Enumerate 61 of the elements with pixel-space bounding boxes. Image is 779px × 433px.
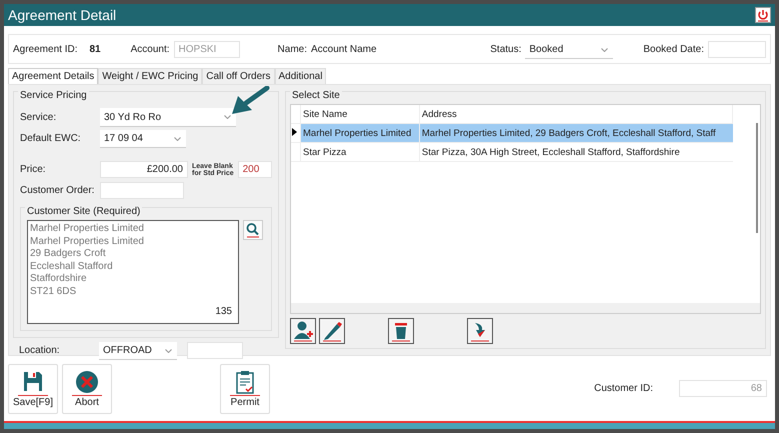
field-label: Account: xyxy=(130,44,170,54)
customer-order-field[interactable] xyxy=(100,182,184,199)
agreement-id: 81 xyxy=(89,44,101,54)
toolbar-button[interactable]: Abort xyxy=(62,364,112,414)
service-dropdown[interactable]: 30 Yd Ro Ro xyxy=(100,108,236,126)
address-line: 29 Badgers Croft xyxy=(30,248,107,260)
input-field[interactable] xyxy=(187,342,243,359)
table-row[interactable]: Star Pizza Star Pizza, 30A High Street, Eccleshall Stafford, Staffordshire xyxy=(291,142,732,162)
address-line: Eccleshall Stafford xyxy=(30,260,114,273)
table-cell: Marhel Properties Limited xyxy=(300,124,420,142)
table-cell: Marhel Properties Limited, 29 Badgers Croft, Eccleshall Stafford, Staff xyxy=(419,124,732,142)
address-box[interactable]: Marhel Properties Limited Marhel Properties Limited 29 Badgers Croft Eccleshall Stafford Staffordshire ST21 6DS 135 xyxy=(27,220,239,324)
std-price-field[interactable]: 200 xyxy=(238,161,272,178)
tab[interactable]: Weight / EWC Pricing xyxy=(98,68,202,84)
power-icon[interactable] xyxy=(755,7,771,23)
tab[interactable]: Agreement Details xyxy=(8,68,98,84)
field-label: Booked Date: xyxy=(643,44,704,54)
group-title: Select Site xyxy=(290,90,342,101)
address-line: Staffordshire xyxy=(30,273,88,286)
scrollbar[interactable] xyxy=(756,123,758,233)
account-name: Account Name xyxy=(310,44,377,54)
toolbar-button[interactable]: Save[F9] xyxy=(8,364,58,414)
field-label: Location: xyxy=(19,345,61,356)
group-title: Service Pricing xyxy=(18,90,89,101)
field-label: Customer Order: xyxy=(20,185,96,196)
cancel-icon xyxy=(75,370,99,394)
scrollbar[interactable] xyxy=(291,303,760,313)
chevron-down-icon xyxy=(165,349,172,353)
field-label: Agreement ID: xyxy=(13,44,78,54)
trash-icon[interactable] xyxy=(388,318,414,344)
field-label: Price: xyxy=(20,164,47,175)
address-line: ST21 6DS xyxy=(30,286,78,298)
ewc-dropdown[interactable]: 17 09 04 xyxy=(100,130,186,147)
field-label: Name: xyxy=(278,44,307,54)
floppy-icon xyxy=(21,370,45,394)
booked-date-field[interactable] xyxy=(708,40,766,58)
table-row[interactable]: Marhel Properties Limited Marhel Properties Limited, 29 Badgers Croft, Eccleshall Stafford, Staff xyxy=(291,124,732,142)
toolbar-button[interactable]: Permit xyxy=(220,364,270,414)
search-icon[interactable] xyxy=(243,220,263,240)
row-pointer-icon xyxy=(292,128,297,136)
chevron-down-icon xyxy=(224,115,231,119)
arrow-down-icon[interactable] xyxy=(467,318,493,344)
tab[interactable]: Additional xyxy=(274,68,326,84)
table-cell: Star Pizza xyxy=(300,142,420,162)
field-label: Default EWC: xyxy=(20,133,82,144)
tab[interactable]: Call off Orders xyxy=(202,68,275,84)
address-line: Marhel Properties Limited xyxy=(30,236,145,248)
group-title: Customer Site (Required) xyxy=(25,206,142,217)
chevron-down-icon xyxy=(601,48,608,52)
add-user-icon[interactable] xyxy=(290,318,316,344)
field-label: Customer ID: xyxy=(594,383,653,394)
table-cell: Star Pizza, 30A High Street, Eccleshall Stafford, Staffordshire xyxy=(419,142,732,162)
address-line: Marhel Properties Limited xyxy=(30,223,145,236)
chevron-down-icon xyxy=(174,137,181,141)
field-label: Service: xyxy=(20,112,58,122)
field-label: Status: xyxy=(490,44,522,54)
annotation-arrow xyxy=(230,86,270,116)
location-dropdown[interactable]: OFFROAD xyxy=(99,342,177,359)
window-title: Agreement Detail xyxy=(8,7,116,23)
pencil-icon[interactable] xyxy=(319,318,345,344)
price-field[interactable]: £200.00 xyxy=(100,161,188,178)
